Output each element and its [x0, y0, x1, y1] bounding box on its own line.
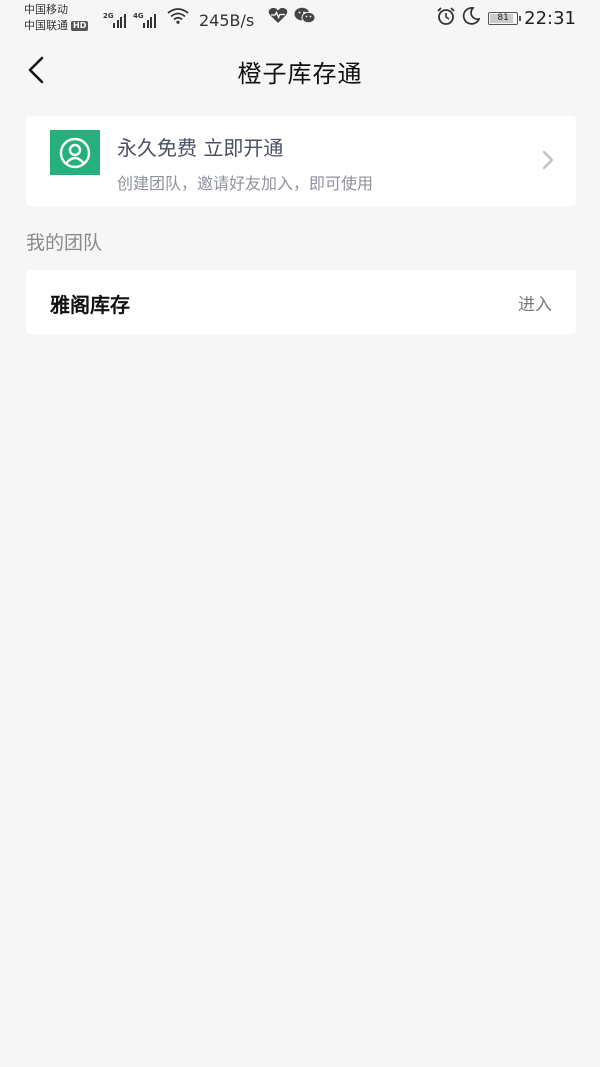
chevron-right-icon — [542, 150, 554, 174]
moon-icon — [462, 7, 481, 29]
enter-button[interactable]: 进入 — [518, 290, 552, 315]
signal-icon: 4G — [133, 12, 157, 28]
promo-card[interactable]: 永久免费 立即开通 创建团队，邀请好友加入，即可使用 — [26, 116, 576, 206]
alarm-icon — [436, 6, 456, 30]
team-row[interactable]: 雅阁库存 进入 — [26, 270, 576, 334]
team-name: 雅阁库存 — [50, 293, 130, 317]
network-type-2: 4G — [133, 12, 144, 20]
status-right: 81 22:31 — [436, 7, 576, 29]
promo-title: 永久免费 立即开通 — [117, 136, 284, 160]
battery-level: 81 — [497, 12, 509, 23]
carrier-2: 中国联通 — [24, 19, 68, 32]
battery-icon: 81 — [488, 11, 522, 25]
section-label-my-teams: 我的团队 — [26, 232, 103, 254]
wifi-icon — [167, 8, 189, 28]
promo-subtitle: 创建团队，邀请好友加入，即可使用 — [117, 174, 374, 193]
page-title: 橙子库存通 — [237, 60, 363, 88]
net-speed: 245B/s — [199, 11, 255, 30]
signal-icon: 2G — [103, 12, 127, 28]
carrier-info: 中国移动 中国联通 HD — [24, 2, 89, 34]
hd-badge: HD — [71, 21, 89, 31]
clock: 22:31 — [524, 7, 576, 29]
network-type-1: 2G — [103, 12, 114, 20]
status-bar: 中国移动 中国联通 HD 2G 4G 245B/s 81 22:31 — [0, 0, 600, 40]
wechat-icon — [294, 7, 316, 28]
heart-rate-icon — [268, 7, 288, 28]
carrier-1: 中国移动 — [24, 3, 68, 16]
user-circle-icon — [50, 130, 100, 175]
signal-indicators: 2G 4G 245B/s — [103, 6, 322, 30]
header: 橙子库存通 — [0, 40, 600, 98]
